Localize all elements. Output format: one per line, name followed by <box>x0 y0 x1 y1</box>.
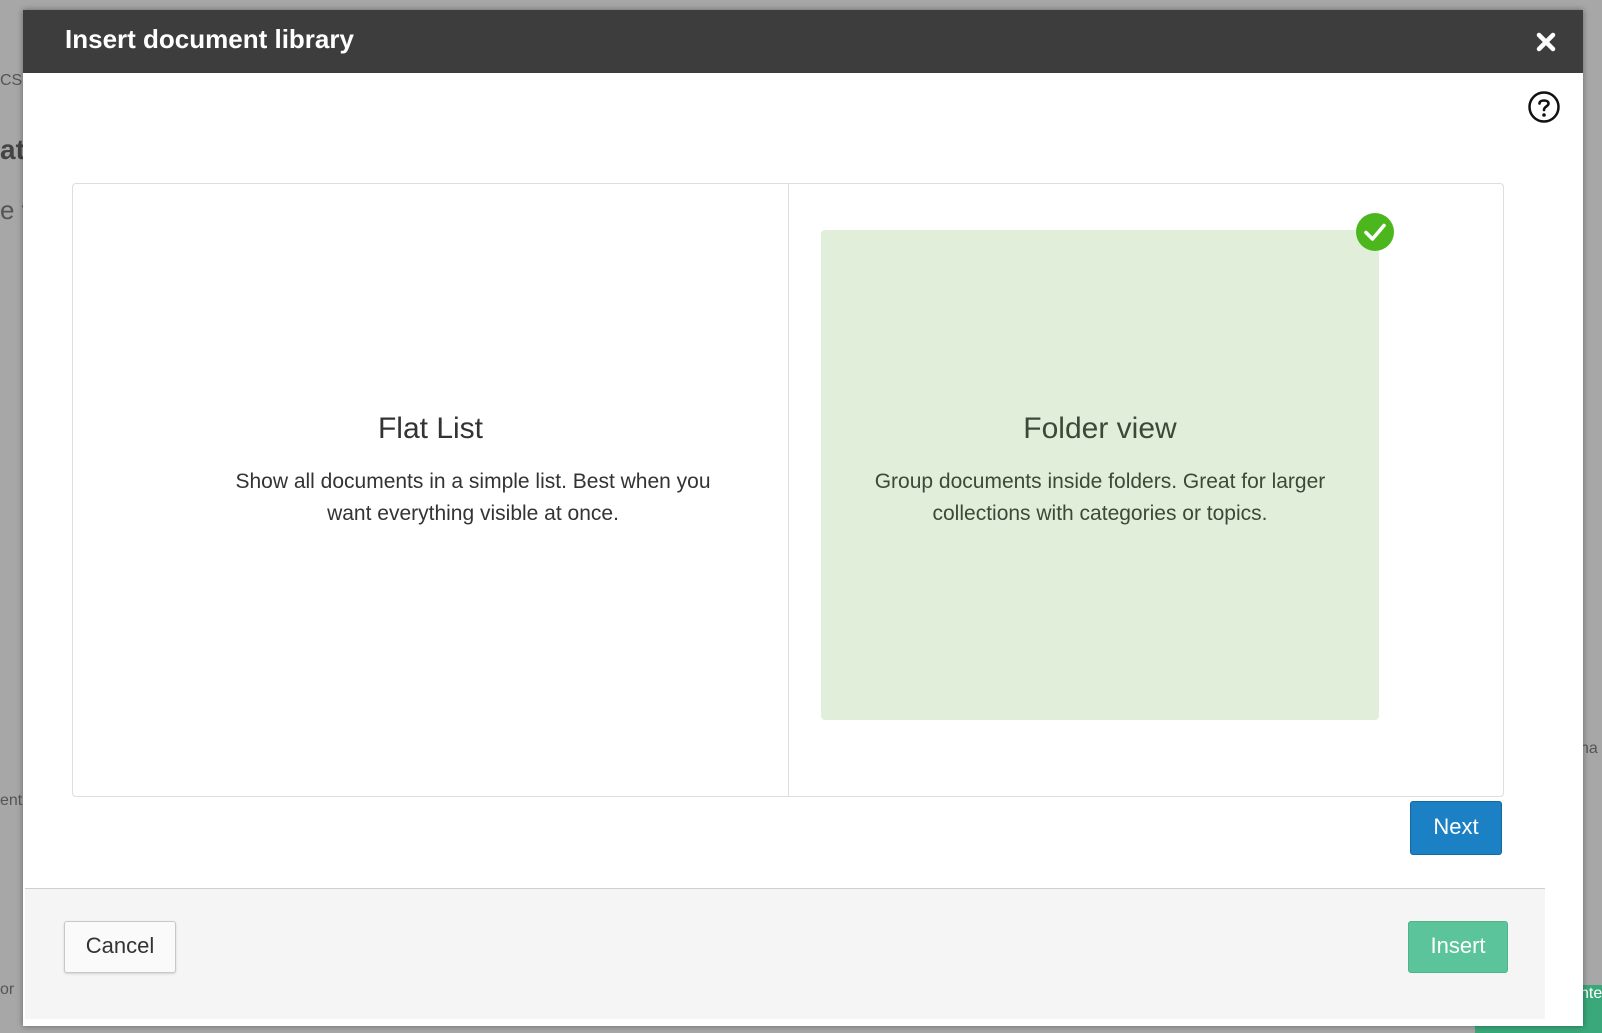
checkmark-icon <box>1355 212 1395 252</box>
dialog-footer: Cancel Insert <box>25 888 1545 1019</box>
option-description: Show all documents in a simple list. Bes… <box>235 470 711 525</box>
option-title: Flat List <box>377 412 484 445</box>
close-icon[interactable] <box>1531 27 1561 57</box>
option-title: Folder view <box>1023 412 1177 445</box>
dialog-title: Insert document library <box>65 24 354 54</box>
background-text-fragment: CS <box>0 72 23 89</box>
background-text-fragment: at <box>0 134 25 165</box>
dialog-header: Insert document library <box>23 10 1583 73</box>
insert-button[interactable]: Insert <box>1408 921 1508 973</box>
help-circle-icon[interactable] <box>1527 90 1561 124</box>
option-description: Group documents inside folders. Great fo… <box>874 470 1326 525</box>
background-text-fragment: nte <box>1580 985 1602 1002</box>
option-folder-view[interactable]: Folder view Group documents inside folde… <box>821 230 1379 720</box>
cancel-button[interactable]: Cancel <box>64 921 176 973</box>
option-flat-list[interactable]: Flat List Show all documents in a simple… <box>73 184 788 796</box>
next-button[interactable]: Next <box>1410 801 1502 855</box>
options-divider <box>788 184 789 796</box>
background-text-fragment: ent <box>0 792 23 809</box>
insert-document-library-dialog: Insert document library Flat List Show a… <box>23 10 1583 1026</box>
layout-options: Flat List Show all documents in a simple… <box>72 183 1504 797</box>
background-text-fragment: or <box>0 981 15 998</box>
